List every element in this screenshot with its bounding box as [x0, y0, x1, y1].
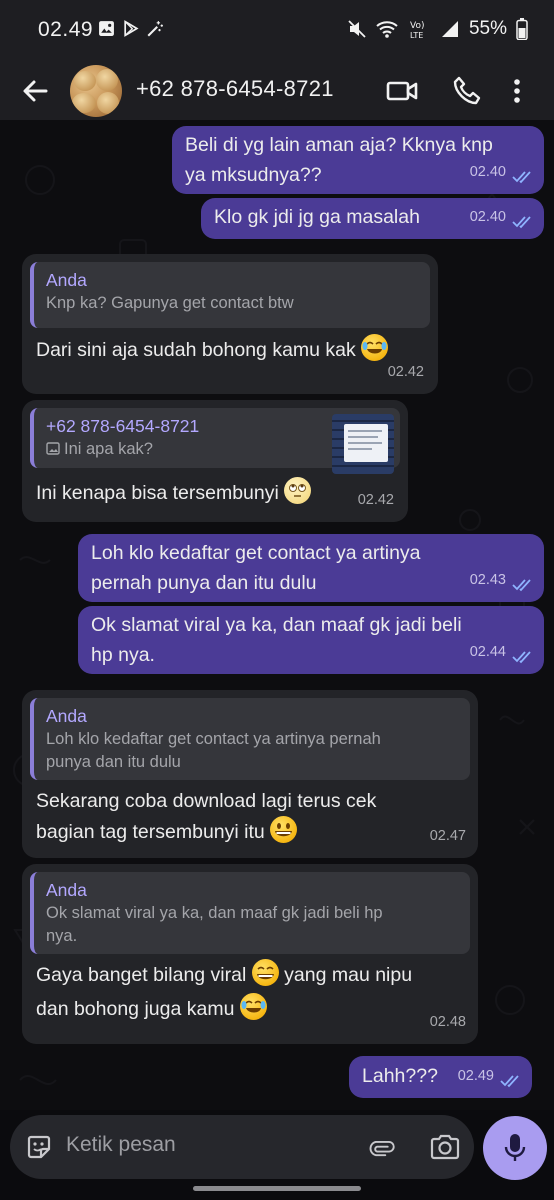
message-outgoing[interactable]: Lahh??? 02.49 — [349, 1056, 532, 1098]
contact-name[interactable]: +62 878-6454-8721 — [136, 76, 334, 102]
reply-quote-name: Anda — [46, 270, 87, 290]
message-line: Ok slamat viral ya ka, dan maaf gk jadi … — [91, 614, 462, 636]
reply-quote-text: Loh klo kedaftar get contact ya artinya … — [46, 730, 381, 748]
message-time: 02.47 — [429, 828, 466, 844]
message-incoming[interactable]: +62 878-6454-8721 Ini apa kak? Ini kenap… — [22, 400, 408, 522]
message-input-placeholder: Ketik pesan — [66, 1133, 176, 1156]
reply-quote-text: nya. — [46, 927, 78, 945]
chat-area[interactable]: Beli di yg lain aman aja? Kknya knp ya m… — [0, 120, 554, 1110]
status-bar: 02.49 Vo) LTE 55% — [0, 0, 554, 62]
read-ticks-icon — [512, 216, 531, 229]
grin-emoji — [270, 816, 298, 843]
message-line: hp nya. — [91, 644, 155, 666]
message-line: Sekarang coba download lagi terus cek — [36, 790, 377, 812]
message-incoming[interactable]: Anda Ok slamat viral ya ka, dan maaf gk … — [22, 864, 478, 1044]
message-line: bagian tag tersembunyi itu — [36, 821, 265, 843]
svg-text:LTE: LTE — [410, 31, 423, 40]
image-icon — [46, 442, 60, 455]
mute-icon — [348, 20, 366, 38]
message-outgoing[interactable]: Beli di yg lain aman aja? Kknya knp ya m… — [172, 126, 544, 194]
reply-quote[interactable]: Anda Ok slamat viral ya ka, dan maaf gk … — [30, 872, 470, 954]
reply-quote-text: punya dan itu dulu — [46, 753, 181, 771]
message-line: Beli di yg lain aman aja? Kknya knp — [185, 134, 493, 156]
status-time: 02.49 — [38, 18, 94, 41]
magic-wand-icon — [147, 21, 163, 37]
message-line: Klo gk jdi jg ga masalah — [214, 206, 420, 228]
message-outgoing[interactable]: Ok slamat viral ya ka, dan maaf gk jadi … — [78, 606, 544, 674]
message-time: 02.42 — [387, 364, 424, 380]
message-line: pernah punya dan itu dulu — [91, 572, 317, 594]
read-ticks-icon — [500, 1075, 519, 1088]
back-arrow-icon[interactable] — [18, 73, 54, 109]
reply-quote[interactable]: Anda Loh klo kedaftar get contact ya art… — [30, 698, 470, 780]
message-line: Gaya banget bilang viral — [36, 964, 247, 986]
svg-text:Vo): Vo) — [410, 21, 424, 31]
phone-icon[interactable] — [450, 74, 484, 108]
chat-header: +62 878-6454-8721 — [0, 62, 554, 120]
message-time: 02.48 — [429, 1014, 466, 1030]
message-line: Dari sini aja sudah bohong kamu kak — [36, 339, 356, 361]
reply-image-thumbnail — [332, 414, 394, 474]
battery-icon — [516, 18, 528, 40]
message-incoming[interactable]: Anda Knp ka? Gapunya get contact btw Dar… — [22, 254, 438, 394]
status-right-icons: Vo) LTE 55% — [347, 18, 528, 40]
message-time: 02.40 — [469, 164, 506, 180]
attach-icon[interactable] — [366, 1131, 396, 1163]
message-line: Loh klo kedaftar get contact ya artinya — [91, 542, 421, 564]
message-outgoing[interactable]: Klo gk jdi jg ga masalah 02.40 — [201, 198, 544, 239]
rolling-eyes-emoji — [284, 477, 312, 504]
grin-emoji — [251, 959, 279, 986]
home-indicator[interactable] — [193, 1186, 361, 1191]
volte-icon: Vo)LTE — [410, 21, 424, 40]
read-ticks-icon — [512, 579, 531, 592]
reply-quote-text: Ok slamat viral ya ka, dan maaf gk jadi … — [46, 904, 383, 922]
message-time: 02.44 — [469, 644, 506, 660]
message-outgoing[interactable]: Loh klo kedaftar get contact ya artinya … — [78, 534, 544, 602]
reply-quote-text: Ini apa kak? — [64, 440, 153, 458]
reply-quote[interactable]: +62 878-6454-8721 Ini apa kak? — [30, 408, 400, 474]
gallery-icon — [99, 21, 114, 36]
camera-icon[interactable] — [429, 1133, 461, 1161]
read-ticks-icon — [512, 171, 531, 184]
reply-quote[interactable]: Anda Knp ka? Gapunya get contact btw — [30, 262, 430, 328]
mic-icon — [504, 1134, 526, 1161]
message-line: Lahh??? — [362, 1065, 438, 1087]
message-incoming[interactable]: Anda Loh klo kedaftar get contact ya art… — [22, 690, 478, 858]
avatar[interactable] — [70, 65, 122, 117]
wifi-icon — [376, 21, 398, 38]
message-line: dan bohong juga kamu — [36, 998, 235, 1020]
joy-emoji — [361, 334, 389, 361]
mic-button[interactable] — [483, 1116, 547, 1180]
message-line: yang mau nipu — [284, 964, 413, 986]
battery-percent: 55% — [468, 18, 507, 39]
video-call-icon[interactable] — [385, 74, 419, 108]
read-ticks-icon — [512, 651, 531, 664]
message-time: 02.43 — [469, 572, 506, 588]
message-time: 02.49 — [457, 1068, 494, 1084]
reply-quote-text: Knp ka? Gapunya get contact btw — [46, 294, 294, 312]
status-left-icons — [98, 20, 164, 38]
reply-quote-name: Anda — [46, 706, 87, 726]
sticker-icon[interactable] — [25, 1133, 53, 1161]
joy-emoji — [239, 993, 267, 1020]
signal-icon — [441, 21, 458, 37]
message-line: Ini kenapa bisa tersembunyi — [36, 482, 279, 504]
reply-quote-name: Anda — [46, 880, 87, 900]
message-input[interactable]: Ketik pesan — [10, 1115, 474, 1179]
message-time: 02.42 — [357, 492, 394, 508]
message-time: 02.40 — [469, 209, 506, 225]
message-line: ya mksudnya?? — [185, 164, 322, 186]
play-store-icon — [124, 20, 139, 37]
more-vert-icon[interactable] — [507, 74, 527, 108]
